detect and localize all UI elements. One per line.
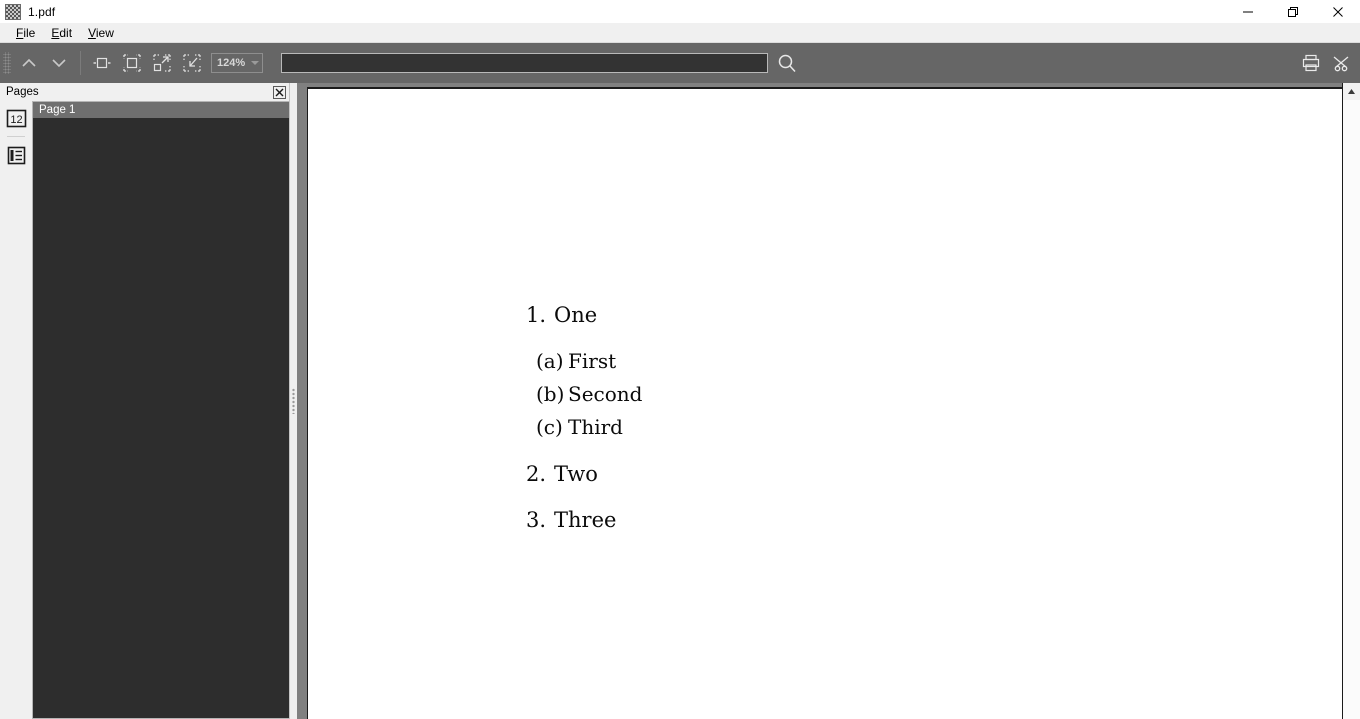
close-icon (275, 88, 284, 96)
menu-view-rest: iew (95, 25, 114, 40)
list-item: 3. Three (526, 510, 642, 531)
sidebar-close-button[interactable] (273, 85, 286, 99)
menu-file[interactable]: File (8, 24, 43, 42)
sidebar-title: Pages (6, 86, 39, 98)
zoom-level-combobox[interactable]: 124% (211, 53, 264, 73)
list-text: First (568, 349, 617, 373)
application-icon (5, 3, 21, 20)
scroll-up-button[interactable] (1342, 83, 1360, 100)
outline-icon (7, 146, 25, 164)
list-marker: (a) (536, 349, 564, 373)
zoom-in-icon (153, 54, 171, 72)
zoom-out-icon (183, 54, 201, 72)
sidebar-header: Pages (0, 83, 289, 101)
pages-thumbnail-panel[interactable]: Page 1 (32, 101, 289, 719)
search-button[interactable] (772, 49, 802, 77)
menu-file-rest: ile (23, 25, 36, 40)
search-icon (778, 54, 796, 73)
minimize-button[interactable] (1225, 0, 1270, 23)
snip-button[interactable] (1326, 49, 1356, 77)
zoom-level-value: 124% (217, 57, 246, 69)
chevron-down-icon (251, 61, 260, 65)
toolbar-right-group (1296, 43, 1356, 83)
menu-view-mnemonic: V (88, 25, 96, 40)
list-text: Third (568, 415, 623, 439)
list-item: (a) First (526, 351, 642, 371)
pdf-page[interactable]: 1. One (a) First (b) Second (c) Third 2.… (307, 87, 1342, 719)
list-marker: (c) (536, 415, 563, 439)
chevron-down-icon (52, 59, 66, 68)
next-page-button[interactable] (44, 49, 74, 77)
scissors-icon (1333, 56, 1349, 72)
menu-view[interactable]: View (80, 24, 122, 42)
pages-thumbnail-list[interactable] (33, 118, 289, 718)
menu-edit-rest: dit (59, 25, 73, 40)
menu-edit[interactable]: Edit (43, 24, 80, 42)
fit-width-button[interactable] (87, 49, 117, 77)
sidebar-item-thumbnails[interactable]: 12 (5, 107, 27, 129)
document-viewer: 1. One (a) First (b) Second (c) Third 2.… (297, 83, 1360, 719)
document-scroll-area[interactable]: 1. One (a) First (b) Second (c) Third 2.… (297, 83, 1342, 719)
toolbar-separator-1 (80, 51, 81, 75)
pages-sidebar: Pages 12 Page 1 (0, 83, 289, 719)
fit-page-icon (123, 54, 141, 72)
list-item: (b) Second (526, 384, 642, 404)
list-item: 2. Two (526, 464, 642, 485)
window-controls (1225, 0, 1360, 23)
print-button[interactable] (1296, 49, 1326, 77)
menu-bar: File Edit View (0, 23, 1360, 43)
toolbar-drag-grip[interactable] (3, 52, 11, 74)
search-input[interactable] (281, 53, 769, 73)
thumbnails-icon-label: 12 (10, 114, 22, 126)
previous-page-button[interactable] (14, 49, 44, 77)
splitter-grip (292, 388, 295, 414)
list-marker: 1. (526, 303, 547, 327)
list-marker: (b) (536, 382, 565, 406)
list-text: Second (568, 382, 643, 406)
zoom-out-button[interactable] (177, 49, 207, 77)
print-icon (1302, 54, 1320, 72)
sidebar-tab-strip: 12 (0, 101, 32, 719)
sublist: (a) First (b) Second (c) Third (526, 351, 642, 437)
list-marker: 3. (526, 508, 547, 532)
sidebar-tab-separator (7, 136, 25, 137)
sidebar-main: 12 Page 1 (0, 101, 289, 719)
page-thumbnail-label[interactable]: Page 1 (33, 102, 289, 118)
close-button[interactable] (1315, 0, 1360, 23)
fit-width-icon (93, 57, 111, 69)
search-area (281, 49, 802, 77)
restore-button[interactable] (1270, 0, 1315, 23)
thumbnails-icon: 12 (6, 109, 26, 127)
sidebar-item-outline[interactable] (5, 144, 27, 166)
list-text: Two (554, 462, 598, 486)
list-marker: 2. (526, 462, 547, 486)
sidebar-splitter[interactable] (289, 83, 297, 719)
main-toolbar: 124% (0, 43, 1360, 83)
zoom-in-button[interactable] (147, 49, 177, 77)
page-left-edge (307, 89, 308, 719)
pdf-text-content: 1. One (a) First (b) Second (c) Third 2.… (526, 305, 642, 548)
scroll-track[interactable] (1342, 100, 1360, 719)
list-item: 1. One (526, 305, 642, 326)
main-body: Pages 12 Page 1 1. One (a) First (b) Sec… (0, 83, 1360, 719)
list-item: (c) Third (526, 417, 642, 437)
list-text: Three (554, 508, 617, 532)
fit-page-button[interactable] (117, 49, 147, 77)
scroll-up-icon (1348, 89, 1355, 94)
chevron-up-icon (22, 58, 36, 67)
list-text: One (554, 303, 598, 327)
window-title: 1.pdf (28, 4, 56, 19)
vertical-scrollbar[interactable] (1342, 83, 1360, 719)
pdf-viewer-window: 1.pdf File Edit View 124% Pages 12 Page … (0, 0, 1360, 719)
title-bar: 1.pdf (0, 0, 1360, 23)
